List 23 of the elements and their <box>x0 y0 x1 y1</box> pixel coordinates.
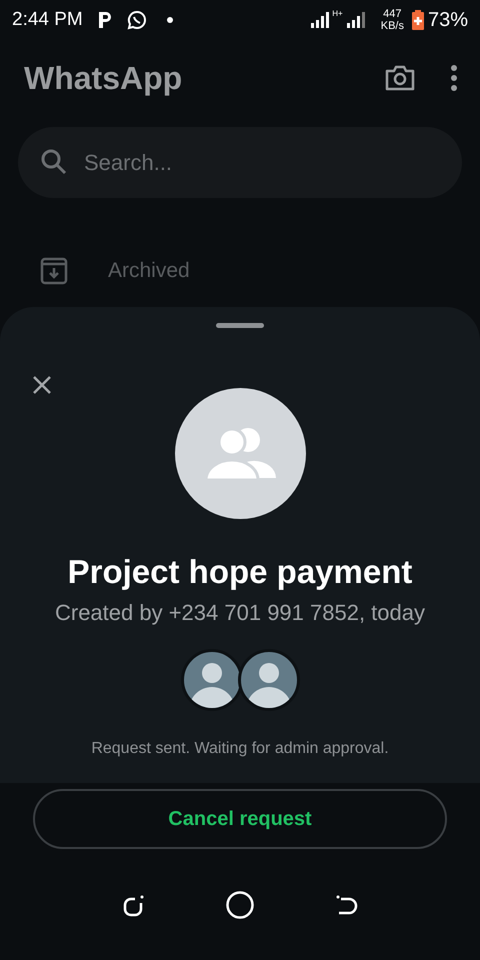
status-time: 2:44 PM <box>12 8 83 32</box>
speed-value: 447 <box>383 8 402 20</box>
request-status-text: Request sent. Waiting for admin approval. <box>91 739 389 759</box>
home-icon[interactable] <box>225 890 255 920</box>
search-field[interactable]: Search... <box>18 127 462 198</box>
group-created-info: Created by +234 701 991 7852, today <box>54 599 425 627</box>
menu-icon[interactable] <box>450 65 458 91</box>
archive-icon <box>40 256 68 284</box>
battery-percent: 73% <box>428 8 468 33</box>
signal-icon <box>346 12 367 28</box>
cancel-request-button[interactable]: Cancel request <box>33 789 447 849</box>
close-icon[interactable] <box>32 375 52 395</box>
battery-charging-icon <box>412 10 424 30</box>
chat-bubble-icon <box>126 10 147 30</box>
speed-unit: KB/s <box>380 20 404 32</box>
signal-icon <box>311 12 332 28</box>
search-icon <box>40 148 68 176</box>
network-type: H+ <box>332 8 343 20</box>
group-name: Project hope payment <box>68 552 412 592</box>
app-title: WhatsApp <box>24 59 182 98</box>
drag-handle[interactable] <box>216 323 264 328</box>
parking-app-icon <box>96 11 113 29</box>
camera-icon[interactable] <box>384 64 416 92</box>
